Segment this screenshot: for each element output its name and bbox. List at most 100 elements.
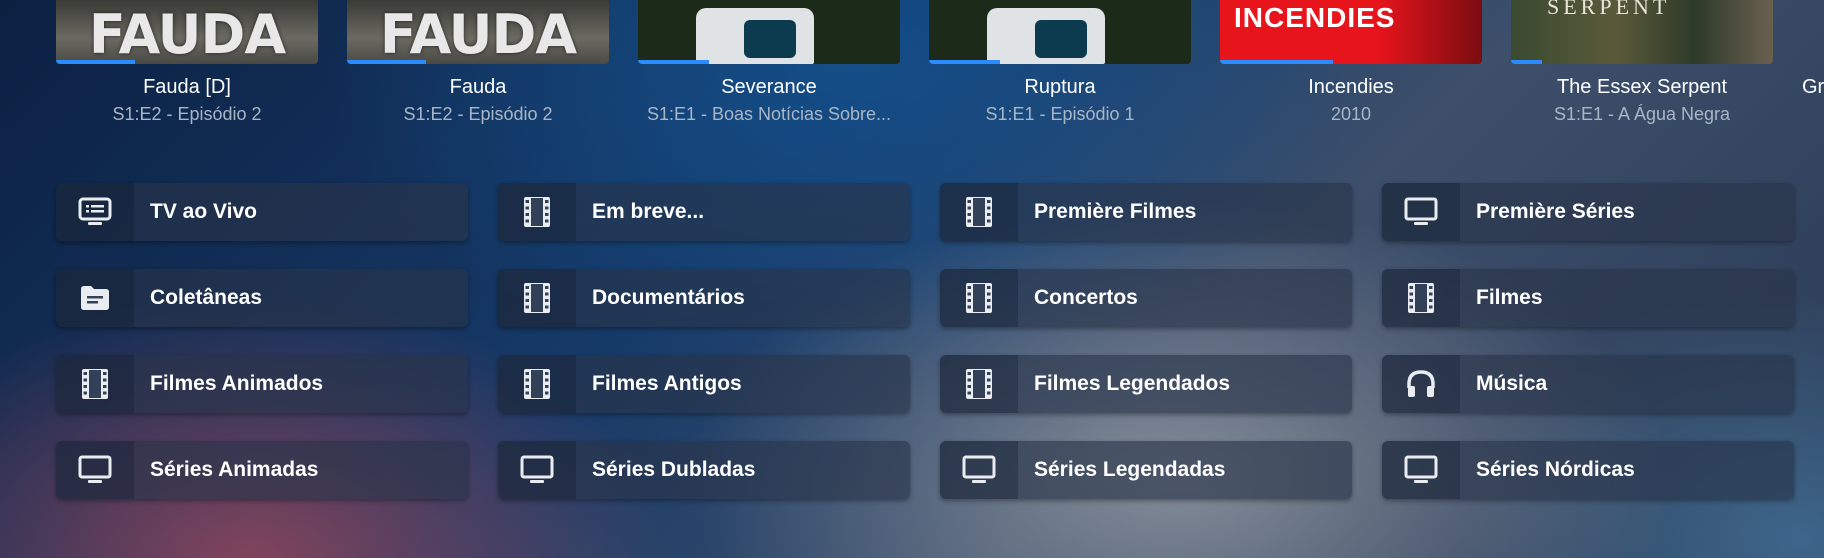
library-button-label: Em breve...	[592, 200, 705, 223]
thumbnail-title-art: FAUDA	[379, 3, 577, 64]
media-card[interactable]: INCENDIES Incendies 2010	[1220, 0, 1482, 125]
media-title[interactable]: Incendies	[1220, 74, 1482, 100]
progress-bar	[1220, 60, 1333, 64]
library-button-series-nordicas[interactable]: Séries Nórdicas	[1382, 441, 1794, 499]
tv-icon	[1382, 183, 1460, 241]
progress-bar	[347, 60, 426, 64]
media-title[interactable]: Gr	[1802, 74, 1824, 100]
film-icon	[524, 283, 550, 313]
thumbnail-title-art: SERPENT	[1547, 0, 1671, 19]
tv-icon	[498, 441, 576, 499]
media-card[interactable]: FAUDA Fauda [D] S1:E2 - Episódio 2	[56, 0, 318, 125]
media-thumbnail[interactable]	[929, 0, 1191, 64]
tv-icon	[940, 441, 1018, 499]
headphones-icon	[1382, 355, 1460, 413]
library-button-label: Filmes Legendados	[1034, 372, 1231, 395]
library-button-musica[interactable]: Música	[1382, 355, 1794, 413]
media-title[interactable]: Ruptura	[929, 74, 1191, 100]
media-subtitle: S1:E1 - Boas Notícias Sobre...	[646, 104, 892, 124]
media-card[interactable]: SERPENT The Essex Serpent S1:E1 - A Água…	[1511, 0, 1773, 125]
media-thumbnail[interactable]	[638, 0, 900, 64]
media-subtitle: S1:E1 - A Água Negra	[1553, 104, 1731, 124]
film-icon	[966, 369, 992, 399]
continue-watching-row: FAUDA Fauda [D] S1:E2 - Episódio 2 FAUDA…	[0, 0, 1824, 140]
library-button-label: Séries Animadas	[150, 458, 319, 481]
film-icon	[940, 183, 1018, 241]
media-card[interactable]: Severance S1:E1 - Boas Notícias Sobre...	[638, 0, 900, 125]
media-subtitle: 2010	[1330, 104, 1372, 124]
library-button-label: Séries Dubladas	[592, 458, 756, 481]
film-icon	[966, 283, 992, 313]
tv-icon	[520, 455, 554, 483]
media-thumbnail[interactable]: FAUDA	[56, 0, 318, 64]
media-card[interactable]: FAUDA Fauda S1:E2 - Episódio 2	[347, 0, 609, 125]
library-button-filmes[interactable]: Filmes	[1382, 269, 1794, 327]
live-tv-guide-icon	[56, 183, 134, 241]
film-icon	[940, 355, 1018, 413]
headphones-icon	[1407, 370, 1435, 397]
film-icon	[82, 369, 108, 399]
library-button-label: Séries Nórdicas	[1476, 458, 1635, 481]
library-button-label: Séries Legendadas	[1034, 458, 1226, 481]
library-button-filmes-antigos[interactable]: Filmes Antigos	[498, 355, 910, 413]
thumbnail-title-art: FAUDA	[88, 3, 286, 64]
folder-icon	[81, 286, 109, 310]
progress-bar	[929, 60, 1000, 64]
film-icon	[56, 355, 134, 413]
library-button-documentarios[interactable]: Documentários	[498, 269, 910, 327]
library-button-label: Première Séries	[1476, 200, 1635, 223]
tv-icon	[1404, 197, 1438, 225]
library-button-label: Filmes	[1476, 286, 1543, 309]
library-button-series-animadas[interactable]: Séries Animadas	[56, 441, 468, 499]
thumbnail-art	[696, 8, 814, 64]
library-button-premiere-filmes[interactable]: Première Filmes	[940, 183, 1352, 241]
media-subtitle: S1:E2 - Episódio 2	[403, 104, 553, 124]
library-button-coletaneas[interactable]: Coletâneas	[56, 269, 468, 327]
thumbnail-title-art: INCENDIES	[1234, 2, 1396, 33]
library-button-series-legendadas[interactable]: Séries Legendadas	[940, 441, 1352, 499]
film-icon	[498, 269, 576, 327]
library-button-label: Concertos	[1034, 286, 1138, 309]
media-card[interactable]: Ruptura S1:E1 - Episódio 1	[929, 0, 1191, 125]
library-button-tv-ao-vivo[interactable]: TV ao Vivo	[56, 183, 468, 241]
folder-icon	[56, 269, 134, 327]
library-button-label: Coletâneas	[150, 286, 263, 309]
film-icon	[966, 197, 992, 227]
media-thumbnail[interactable]: SERPENT	[1511, 0, 1773, 64]
media-thumbnail[interactable]	[1802, 0, 1824, 64]
library-button-premiere-series[interactable]: Première Séries	[1382, 183, 1794, 241]
tv-icon	[1404, 455, 1438, 483]
media-subtitle: S1:E1 - Episódio 1	[985, 104, 1135, 124]
thumbnail-art	[987, 8, 1105, 64]
library-button-filmes-legendados[interactable]: Filmes Legendados	[940, 355, 1352, 413]
progress-bar	[1511, 60, 1543, 64]
film-icon	[940, 269, 1018, 327]
library-button-label: Música	[1476, 372, 1548, 395]
progress-bar	[638, 60, 709, 64]
tv-icon	[962, 455, 996, 483]
film-icon	[498, 355, 576, 413]
film-icon	[524, 197, 550, 227]
film-icon	[1408, 283, 1434, 313]
media-title[interactable]: Fauda [D]	[56, 74, 318, 100]
library-button-series-dubladas[interactable]: Séries Dubladas	[498, 441, 910, 499]
media-thumbnail[interactable]: FAUDA	[347, 0, 609, 64]
media-card-partial[interactable]: Gr	[1802, 0, 1824, 100]
library-button-label: Documentários	[592, 286, 745, 309]
tv-icon	[1382, 441, 1460, 499]
library-button-em-breve[interactable]: Em breve...	[498, 183, 910, 241]
library-button-label: Filmes Antigos	[592, 372, 742, 395]
film-icon	[524, 369, 550, 399]
media-subtitle: S1:E2 - Episódio 2	[112, 104, 262, 124]
film-icon	[498, 183, 576, 241]
library-button-label: Filmes Animados	[150, 372, 324, 395]
library-button-label: Première Filmes	[1034, 200, 1197, 223]
library-button-concertos[interactable]: Concertos	[940, 269, 1352, 327]
live-tv-guide-icon	[78, 197, 112, 225]
library-button-label: TV ao Vivo	[150, 200, 257, 223]
media-thumbnail[interactable]: INCENDIES	[1220, 0, 1482, 64]
media-title[interactable]: The Essex Serpent	[1511, 74, 1773, 100]
library-button-filmes-animados[interactable]: Filmes Animados	[56, 355, 468, 413]
media-title[interactable]: Severance	[638, 74, 900, 100]
media-title[interactable]: Fauda	[347, 74, 609, 100]
